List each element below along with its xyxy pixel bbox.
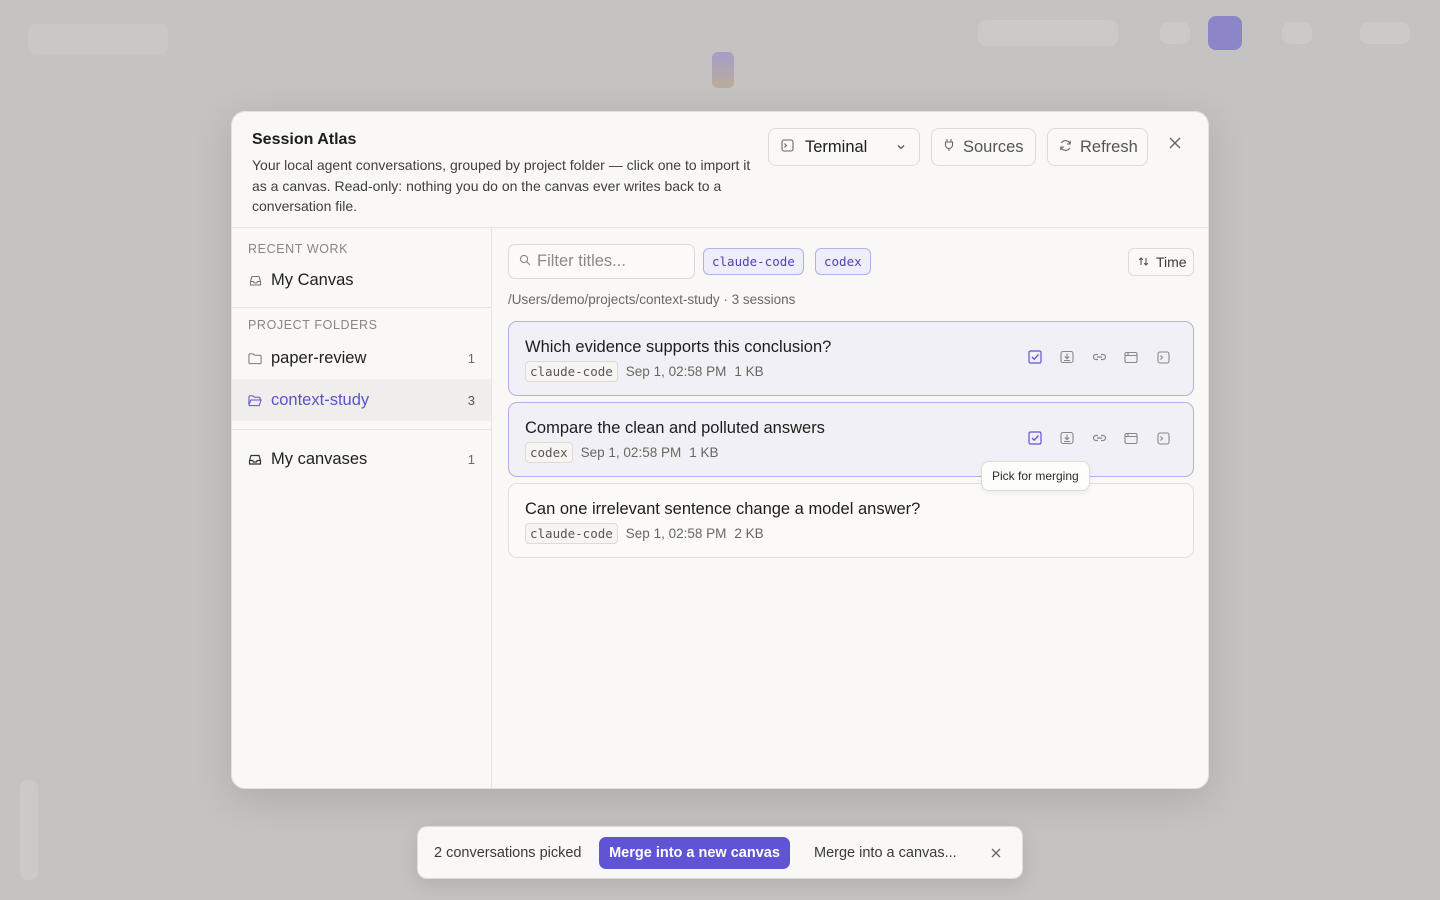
- divider: [232, 307, 491, 308]
- checkbox-icon[interactable]: [1027, 430, 1043, 446]
- sort-button[interactable]: Time: [1128, 248, 1194, 276]
- sources-button[interactable]: Sources: [931, 128, 1036, 166]
- background-pill: [978, 20, 1118, 46]
- session-source-badge: claude-code: [525, 361, 618, 382]
- background-logo: [712, 52, 734, 88]
- sidebar-item-my-canvas[interactable]: My Canvas: [232, 260, 491, 300]
- session-actions: [1011, 349, 1171, 365]
- session-card[interactable]: Which evidence supports this conclusion?…: [508, 321, 1194, 396]
- recent-work-heading: RECENT WORK: [248, 242, 349, 256]
- filter-field[interactable]: [508, 244, 695, 279]
- merge-bar: 2 conversations picked Merge into a new …: [417, 826, 1023, 879]
- close-icon[interactable]: [1165, 133, 1185, 153]
- session-time: Sep 1, 02:58 PM: [625, 364, 727, 379]
- background-toolbar: [20, 780, 38, 880]
- terminal-icon[interactable]: [1155, 430, 1171, 446]
- refresh-button[interactable]: Refresh: [1047, 128, 1148, 166]
- session-size: 1 KB: [734, 364, 764, 379]
- link-icon[interactable]: [1091, 430, 1107, 446]
- sidebar-item-label: My canvases: [271, 449, 368, 468]
- link-icon[interactable]: [1091, 349, 1107, 365]
- refresh-icon: [1059, 138, 1072, 157]
- sidebar-item-label: paper-review: [271, 348, 367, 367]
- background-pill: [1282, 22, 1312, 44]
- merge-into-canvas-button[interactable]: Merge into a canvas...: [814, 845, 957, 861]
- import-icon[interactable]: [1059, 349, 1075, 365]
- sessions-panel: claude-code codex Time /Users/demo/proje…: [492, 228, 1208, 788]
- folder-path-line: /Users/demo/projects/context-study · 3 s…: [508, 292, 796, 307]
- background-accent-button: [1208, 16, 1242, 50]
- modal-header: Session Atlas Your local agent conversat…: [232, 112, 1208, 228]
- session-time: Sep 1, 02:58 PM: [625, 526, 727, 541]
- modal-description: Your local agent conversations, grouped …: [252, 157, 751, 214]
- session-title: Compare the clean and polluted answers: [525, 419, 825, 437]
- source-tag-codex[interactable]: codex: [815, 248, 871, 275]
- terminal-select-label: Terminal: [805, 137, 868, 156]
- session-atlas-modal: Session Atlas Your local agent conversat…: [231, 111, 1209, 789]
- sources-button-label: Sources: [963, 137, 1024, 156]
- background-pill: [1360, 22, 1410, 44]
- merge-new-canvas-button[interactable]: Merge into a new canvas: [599, 837, 790, 869]
- session-time: Sep 1, 02:58 PM: [580, 445, 682, 460]
- folder-open-icon: [248, 393, 262, 407]
- window-icon[interactable]: [1123, 430, 1139, 446]
- sidebar-item-label: context-study: [271, 390, 370, 409]
- filter-input[interactable]: [537, 252, 687, 271]
- folder-count: 3: [467, 392, 475, 408]
- session-source-badge: claude-code: [525, 523, 618, 544]
- sidebar-item-paper-review[interactable]: paper-review 1: [232, 338, 491, 378]
- refresh-button-label: Refresh: [1080, 137, 1138, 156]
- checkbox-icon[interactable]: [1027, 349, 1043, 365]
- session-title: Can one irrelevant sentence change a mod…: [525, 500, 921, 518]
- session-size: 1 KB: [689, 445, 719, 460]
- session-size: 2 KB: [734, 526, 764, 541]
- sidebar: RECENT WORK My Canvas PROJECT FOLDERS pa…: [232, 228, 492, 788]
- close-icon[interactable]: [989, 846, 1003, 860]
- folder-icon: [248, 351, 262, 365]
- chevron-down-icon: [895, 139, 907, 158]
- session-card[interactable]: Compare the clean and polluted answers c…: [508, 402, 1194, 477]
- canvases-count: 1: [467, 451, 475, 467]
- folder-count: 1: [467, 350, 475, 366]
- session-actions: [1011, 430, 1171, 446]
- background-title-placeholder: [28, 24, 168, 54]
- terminal-select[interactable]: Terminal: [768, 128, 920, 166]
- session-title: Which evidence supports this conclusion?: [525, 338, 832, 356]
- session-meta: claude-code Sep 1, 02:58 PM 2 KB: [525, 523, 764, 544]
- plug-icon: [943, 138, 955, 157]
- session-meta: codex Sep 1, 02:58 PM 1 KB: [525, 442, 719, 463]
- inbox-icon: [248, 273, 262, 287]
- sidebar-item-context-study[interactable]: context-study 3: [232, 379, 491, 421]
- sidebar-item-my-canvases[interactable]: My canvases 1: [232, 439, 491, 479]
- modal-title: Session Atlas: [252, 131, 357, 148]
- terminal-icon[interactable]: [1155, 349, 1171, 365]
- pick-for-merging-tooltip: Pick for merging: [981, 461, 1090, 491]
- inbox-icon: [248, 452, 262, 466]
- picked-count: 2 conversations picked: [434, 845, 582, 861]
- source-tag-claude-code[interactable]: claude-code: [703, 248, 804, 275]
- sort-button-label: Time: [1156, 254, 1187, 270]
- divider: [232, 429, 491, 430]
- sort-icon: [1138, 254, 1149, 270]
- session-meta: claude-code Sep 1, 02:58 PM 1 KB: [525, 361, 764, 382]
- search-icon: [519, 253, 531, 271]
- window-icon[interactable]: [1123, 349, 1139, 365]
- import-icon[interactable]: [1059, 430, 1075, 446]
- sidebar-item-label: My Canvas: [271, 270, 354, 289]
- background-pill: [1160, 22, 1190, 44]
- terminal-icon: [781, 138, 794, 157]
- session-card[interactable]: Can one irrelevant sentence change a mod…: [508, 483, 1194, 558]
- project-folders-heading: PROJECT FOLDERS: [248, 318, 378, 332]
- session-source-badge: codex: [525, 442, 573, 463]
